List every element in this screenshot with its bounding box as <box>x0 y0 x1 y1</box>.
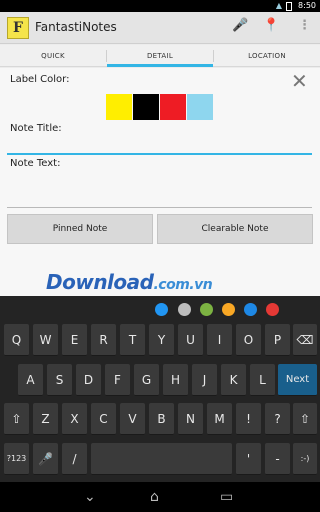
note-text-label: Note Text: <box>10 158 61 169</box>
key-dash[interactable]: - <box>265 443 290 475</box>
key-z[interactable]: Z <box>33 403 58 435</box>
watermark: Download.com.vn <box>46 270 213 294</box>
key-u[interactable]: U <box>178 324 203 356</box>
status-bar: ▲ 8:50 <box>0 0 320 12</box>
key-a[interactable]: A <box>18 364 43 396</box>
key-i[interactable]: I <box>207 324 232 356</box>
key-j[interactable]: J <box>192 364 217 396</box>
key-g[interactable]: G <box>134 364 159 396</box>
color-dot-green[interactable] <box>200 303 213 316</box>
key-n[interactable]: N <box>178 403 203 435</box>
key-v[interactable]: V <box>120 403 145 435</box>
label-color-label: Label Color: <box>10 74 70 85</box>
close-icon[interactable]: ✕ <box>291 71 308 91</box>
key-m[interactable]: M <box>207 403 232 435</box>
key-y[interactable]: Y <box>149 324 174 356</box>
color-swatch-red[interactable] <box>160 94 186 120</box>
action-bar: F FantastiNotes 🎤 📍 ⋮ <box>0 12 320 44</box>
recent-apps-icon[interactable]: ▭ <box>220 489 233 505</box>
key-b[interactable]: B <box>149 403 174 435</box>
battery-icon <box>286 2 292 11</box>
microphone-icon: 🎤 <box>38 452 53 466</box>
key-apostrophe[interactable]: ' <box>236 443 261 475</box>
voice-input-key[interactable]: 🎤 <box>33 443 58 475</box>
tab-bar: QUICK DETAIL LOCATION <box>0 45 320 67</box>
shift-icon: ⇧ <box>11 412 22 426</box>
key-f[interactable]: F <box>105 364 130 396</box>
shift-key[interactable]: ⇧ <box>4 403 29 435</box>
backspace-key[interactable]: ⌫ <box>293 324 317 356</box>
next-key[interactable]: Next <box>278 364 317 396</box>
key-w[interactable]: W <box>33 324 58 356</box>
location-pin-icon[interactable]: 📍 <box>263 18 279 33</box>
key-s[interactable]: S <box>47 364 72 396</box>
key-q[interactable]: Q <box>4 324 29 356</box>
key-k[interactable]: K <box>221 364 246 396</box>
watermark-domain: .com.vn <box>153 277 213 293</box>
key-t[interactable]: T <box>120 324 145 356</box>
backspace-icon: ⌫ <box>296 333 314 347</box>
color-dot-dark-blue[interactable] <box>244 303 257 316</box>
app-title: FantastiNotes <box>35 20 117 34</box>
status-time: 8:50 <box>298 1 316 10</box>
color-dot-red[interactable] <box>266 303 279 316</box>
key-o[interactable]: O <box>236 324 261 356</box>
color-swatch-black[interactable] <box>133 94 159 120</box>
tab-detail[interactable]: DETAIL <box>107 45 213 67</box>
back-icon[interactable]: ⌄ <box>84 489 96 505</box>
key-l[interactable]: L <box>250 364 275 396</box>
watermark-main: Download <box>46 270 154 294</box>
color-dot-blue[interactable] <box>155 303 168 316</box>
tab-location[interactable]: LOCATION <box>214 45 320 67</box>
key-c[interactable]: C <box>91 403 116 435</box>
key-slash[interactable]: / <box>62 443 87 475</box>
app-icon: F <box>7 17 29 39</box>
key-exclamation[interactable]: ! <box>236 403 261 435</box>
home-icon[interactable]: ⌂ <box>150 489 159 505</box>
color-dot-orange[interactable] <box>222 303 235 316</box>
color-swatch-light-blue[interactable] <box>187 94 213 120</box>
color-swatch-yellow[interactable] <box>106 94 132 120</box>
space-key[interactable] <box>91 443 232 475</box>
key-h[interactable]: H <box>163 364 188 396</box>
shift-icon: ⇧ <box>299 412 311 426</box>
note-title-input[interactable] <box>7 153 312 155</box>
key-question[interactable]: ? <box>265 403 290 435</box>
key-d[interactable]: D <box>76 364 101 396</box>
overflow-menu-icon[interactable]: ⋮ <box>298 18 311 33</box>
wifi-icon: ▲ <box>275 1 282 10</box>
color-dot-gray[interactable] <box>178 303 191 316</box>
clearable-note-button[interactable]: Clearable Note <box>157 214 313 244</box>
key-x[interactable]: X <box>62 403 87 435</box>
emoticon-key[interactable]: :-) <box>293 443 317 475</box>
note-title-label: Note Title: <box>10 123 62 134</box>
microphone-icon[interactable]: 🎤 <box>232 18 248 33</box>
shift-key-right[interactable]: ⇧ <box>293 403 317 435</box>
key-p[interactable]: P <box>265 324 290 356</box>
key-r[interactable]: R <box>91 324 116 356</box>
pinned-note-button[interactable]: Pinned Note <box>7 214 153 244</box>
tab-quick[interactable]: QUICK <box>0 45 106 67</box>
symbols-key[interactable]: ?123 <box>4 443 29 475</box>
key-e[interactable]: E <box>62 324 87 356</box>
navigation-bar: ⌄ ⌂ ▭ <box>0 482 320 512</box>
note-text-input[interactable] <box>7 207 312 208</box>
